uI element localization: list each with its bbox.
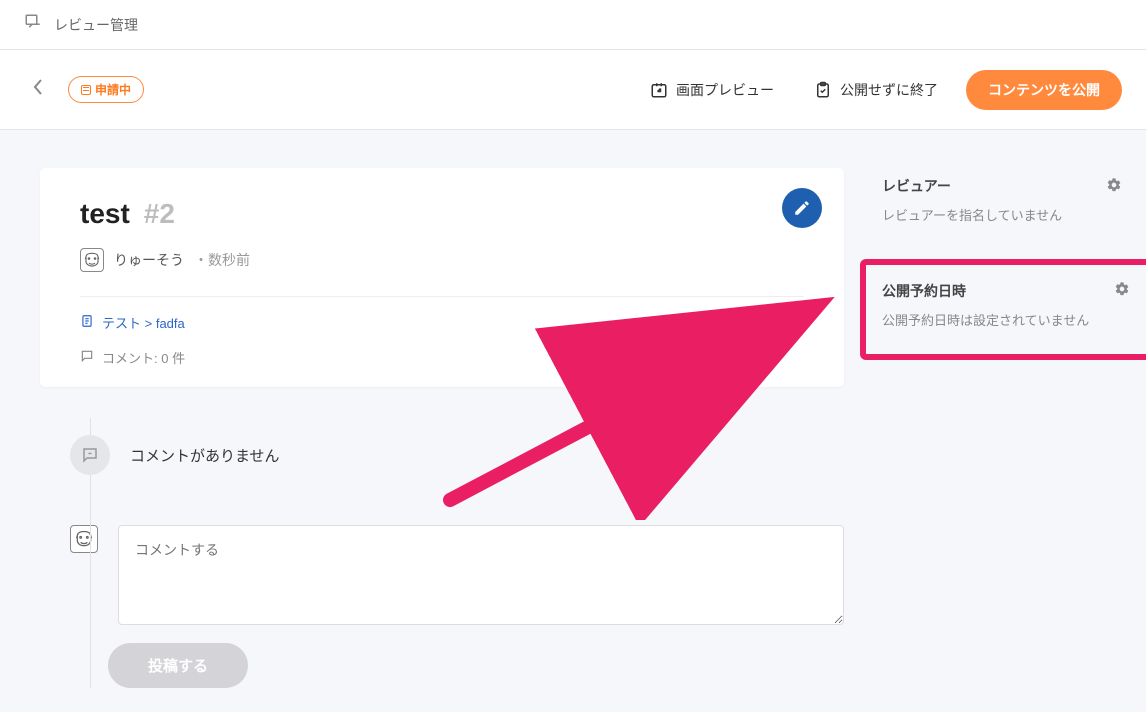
- gear-icon: [1106, 177, 1122, 193]
- main-column: test #2 りゅーそう ・数秒前 テスト > fadfa: [40, 168, 844, 712]
- review-ago: 数秒前: [208, 252, 250, 268]
- content-breadcrumb[interactable]: テスト > fadfa: [80, 313, 804, 332]
- breadcrumb-a: テスト: [102, 316, 141, 331]
- publish-button[interactable]: コンテンツを公開: [966, 70, 1122, 110]
- open-in-new-icon: [650, 81, 668, 99]
- post-comment-button[interactable]: 投稿する: [108, 643, 248, 688]
- comment-count-label: コメント: 0 件: [102, 348, 185, 367]
- gear-icon: [1114, 281, 1130, 297]
- back-button[interactable]: [24, 74, 52, 105]
- breadcrumb-b: fadfa: [156, 316, 185, 331]
- preview-label: 画面プレビュー: [676, 80, 774, 100]
- current-user-avatar: [70, 525, 98, 553]
- review-meta: りゅーそう ・数秒前: [80, 248, 804, 272]
- reviewer-section: レビュアー レビュアーを指名していません: [882, 176, 1122, 227]
- pencil-icon: [793, 199, 811, 217]
- review-title: test: [80, 198, 130, 230]
- page-title: レビュー管理: [54, 15, 138, 35]
- reviewer-heading: レビュアー: [882, 176, 951, 196]
- status-label: 申請中: [95, 81, 131, 98]
- schedule-heading: 公開予約日時: [882, 281, 966, 301]
- clipboard-check-icon: [814, 81, 832, 99]
- edit-button[interactable]: [782, 188, 822, 228]
- comment-icon: [80, 349, 94, 366]
- review-card: test #2 りゅーそう ・数秒前 テスト > fadfa: [40, 168, 844, 387]
- review-number: #2: [144, 198, 175, 230]
- comment-count: コメント: 0 件: [80, 348, 804, 367]
- reviewer-settings-button[interactable]: [1106, 177, 1122, 196]
- comment-compose: [70, 525, 844, 625]
- action-bar: 申請中 画面プレビュー 公開せずに終了 コンテンツを公開: [0, 50, 1146, 130]
- schedule-empty-text: 公開予約日時は設定されていません: [882, 311, 1130, 332]
- top-bar: レビュー管理: [0, 0, 1146, 50]
- reviews-icon: [24, 13, 42, 36]
- document-icon: [80, 314, 94, 331]
- no-comments-row: コメントがありません: [70, 435, 844, 475]
- reviewer-empty-text: レビュアーを指名していません: [882, 206, 1122, 227]
- sidebar: レビュアー レビュアーを指名していません 公開予約日時 公開予約日時は設定されて…: [882, 168, 1122, 712]
- content-area: test #2 りゅーそう ・数秒前 テスト > fadfa: [0, 130, 1146, 712]
- comment-input[interactable]: [118, 525, 844, 625]
- schedule-settings-button[interactable]: [1114, 281, 1130, 300]
- no-comments-icon: [70, 435, 110, 475]
- status-badge: 申請中: [68, 76, 144, 103]
- schedule-section: 公開予約日時 公開予約日時は設定されていません: [860, 259, 1146, 360]
- close-unpublished-label: 公開せずに終了: [840, 80, 938, 100]
- author-name: りゅーそう: [114, 250, 184, 270]
- author-avatar: [80, 248, 104, 272]
- no-comments-text: コメントがありません: [130, 445, 280, 466]
- close-unpublished-button[interactable]: 公開せずに終了: [802, 72, 950, 108]
- preview-button[interactable]: 画面プレビュー: [638, 72, 786, 108]
- status-icon: [81, 85, 91, 95]
